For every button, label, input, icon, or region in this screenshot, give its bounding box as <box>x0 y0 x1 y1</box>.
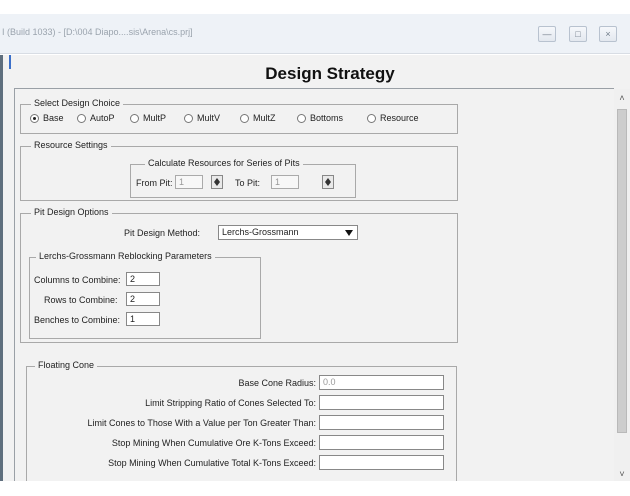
window-title: I (Build 1033) - [D:\004 Diapo....sis\Ar… <box>2 27 193 37</box>
scroll-up-icon[interactable]: ˄ <box>614 93 630 103</box>
top-strip <box>0 0 630 14</box>
floating-cone-group: Floating Cone Base Cone Radius: 0.0 Limi… <box>26 360 457 491</box>
resource-settings-group: Resource Settings Calculate Resources fo… <box>20 140 458 201</box>
pit-design-method-label: Pit Design Method: <box>124 228 201 238</box>
pit-design-group: Pit Design Options Pit Design Method: Le… <box>20 207 458 343</box>
series-of-pits-group: Calculate Resources for Series of Pits F… <box>130 158 356 198</box>
radio-icon <box>184 113 193 123</box>
vertical-scrollbar[interactable]: ˄ ˅ <box>614 89 630 481</box>
radio-label: AutoP <box>90 113 115 123</box>
left-border <box>0 55 3 496</box>
scrollbar-thumb[interactable] <box>617 109 627 433</box>
minimize-button[interactable]: — <box>538 26 556 42</box>
columns-label: Columns to Combine: <box>34 275 121 285</box>
radio-label: Bottoms <box>310 113 344 123</box>
radio-icon <box>77 113 86 123</box>
radio-resource[interactable]: Resource <box>367 113 419 123</box>
radio-icon <box>367 113 376 123</box>
radio-selected-icon <box>30 113 39 123</box>
stripping-ratio-label: Limit Stripping Ratio of Cones Selected … <box>145 398 316 408</box>
radio-label: MultZ <box>253 113 276 123</box>
close-icon: × <box>605 28 611 39</box>
from-pit-label: From Pit: <box>136 178 173 188</box>
total-ktons-label: Stop Mining When Cumulative Total K-Tons… <box>108 458 316 468</box>
radio-base[interactable]: Base <box>30 113 64 123</box>
radio-label: MultP <box>143 113 167 123</box>
to-pit-input[interactable]: 1 <box>271 175 299 189</box>
benches-label: Benches to Combine: <box>34 315 121 325</box>
lg-reblocking-title: Lerchs-Grossmann Reblocking Parameters <box>36 251 215 261</box>
floating-cone-title: Floating Cone <box>35 360 98 370</box>
pit-design-title: Pit Design Options <box>31 207 112 217</box>
rows-label: Rows to Combine: <box>44 295 118 305</box>
radio-label: MultV <box>197 113 221 123</box>
radio-autop[interactable]: AutoP <box>77 113 115 123</box>
base-cone-radius-input[interactable]: 0.0 <box>319 375 444 390</box>
title-bar: I (Build 1033) - [D:\004 Diapo....sis\Ar… <box>0 14 630 54</box>
columns-input[interactable]: 2 <box>126 272 160 286</box>
radio-icon <box>240 113 249 123</box>
maximize-icon: □ <box>575 28 581 39</box>
total-ktons-input[interactable] <box>319 455 444 470</box>
maximize-button[interactable]: □ <box>569 26 587 42</box>
benches-input[interactable]: 1 <box>126 312 160 326</box>
panel-left-border <box>14 88 15 488</box>
stripping-ratio-input[interactable] <box>319 395 444 410</box>
radio-icon <box>297 113 306 123</box>
resource-settings-title: Resource Settings <box>31 140 111 150</box>
design-choice-group: Select Design Choice Base AutoP MultP Mu… <box>20 98 458 134</box>
dropdown-arrow-icon <box>345 230 353 236</box>
radio-label: Resource <box>380 113 419 123</box>
base-cone-radius-label: Base Cone Radius: <box>238 378 316 388</box>
from-pit-input[interactable]: 1 <box>175 175 203 189</box>
radio-multp[interactable]: MultP <box>130 113 166 123</box>
panel-top-border <box>14 88 614 89</box>
radio-multz[interactable]: MultZ <box>240 113 276 123</box>
page-title: Design Strategy <box>265 64 395 83</box>
to-pit-label-text: To Pit: <box>235 178 261 188</box>
radio-multv[interactable]: MultV <box>184 113 220 123</box>
series-of-pits-title: Calculate Resources for Series of Pits <box>145 158 303 168</box>
pit-design-method-value: Lerchs-Grossmann <box>222 227 299 237</box>
spin-down-icon <box>325 182 331 186</box>
bottom-strip <box>0 481 630 496</box>
from-pit-spinner[interactable] <box>211 175 223 189</box>
design-choice-title: Select Design Choice <box>31 98 124 108</box>
minimize-icon: — <box>542 28 552 39</box>
pit-design-method-select[interactable]: Lerchs-Grossmann <box>218 225 358 240</box>
value-per-ton-input[interactable] <box>319 415 444 430</box>
radio-label: Base <box>43 113 64 123</box>
value-per-ton-label: Limit Cones to Those With a Value per To… <box>87 418 316 428</box>
radio-icon <box>130 113 139 123</box>
radio-bottoms[interactable]: Bottoms <box>297 113 343 123</box>
ore-ktons-label: Stop Mining When Cumulative Ore K-Tons E… <box>111 438 316 448</box>
scroll-down-icon[interactable]: ˅ <box>614 469 630 479</box>
rows-input[interactable]: 2 <box>126 292 160 306</box>
spin-down-icon <box>214 182 220 186</box>
lg-reblocking-group: Lerchs-Grossmann Reblocking Parameters C… <box>29 251 261 339</box>
ore-ktons-input[interactable] <box>319 435 444 450</box>
focus-marker <box>9 55 11 69</box>
to-pit-spinner[interactable] <box>322 175 334 189</box>
close-button[interactable]: × <box>599 26 617 42</box>
